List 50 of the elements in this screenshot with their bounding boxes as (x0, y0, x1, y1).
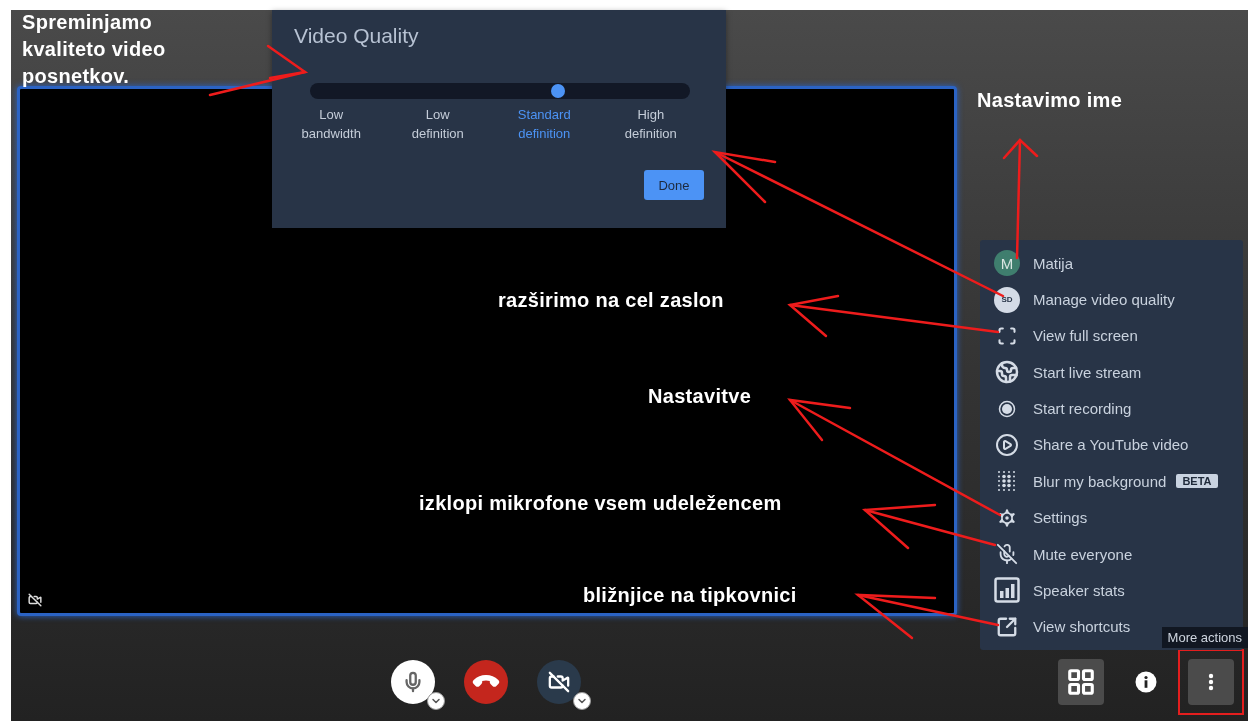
info-icon (1135, 671, 1157, 693)
tile-view-button[interactable] (1058, 659, 1104, 705)
mute-icon (996, 543, 1018, 566)
globe-icon (995, 360, 1019, 385)
menu-item[interactable]: Mute everyone (1033, 545, 1133, 563)
annotation-text: razširimo na cel zaslon (498, 288, 724, 313)
menu-item[interactable]: Speaker stats (1033, 581, 1125, 599)
stats-icon (994, 577, 1020, 604)
avatar: M (994, 250, 1020, 277)
quality-option[interactable]: High definition (613, 105, 688, 143)
annotation-text: Spreminjamo kvaliteto video posnetkov. (22, 10, 167, 89)
tooltip: More actions (1161, 627, 1248, 648)
menu-item[interactable]: Blur my background (1033, 472, 1167, 490)
quality-icon: SD (994, 286, 1020, 313)
play-icon (995, 432, 1019, 457)
blur-icon (996, 470, 1018, 493)
menu-icon (1208, 673, 1214, 691)
shortcut-icon (996, 615, 1018, 638)
quality-option[interactable]: Standard definition (507, 105, 582, 143)
menu-item[interactable]: Share a YouTube video (1033, 436, 1189, 454)
menu-item[interactable]: Settings (1033, 509, 1088, 527)
menu-item[interactable]: View full screen (1033, 327, 1138, 345)
annotation-text: Nastavimo ime (977, 88, 1123, 113)
annotation-text: izklopi mikrofone vsem udeležencem (419, 491, 782, 516)
camera-button[interactable] (537, 660, 581, 704)
done-button[interactable]: Done (644, 170, 704, 200)
record-icon (998, 399, 1016, 418)
quality-slider[interactable] (310, 83, 690, 99)
annotation-text: bližnjice na tipkovnici (583, 583, 797, 608)
menu-item[interactable]: Manage video quality (1033, 291, 1175, 309)
menu-item[interactable]: Start live stream (1033, 363, 1142, 381)
quality-option[interactable]: Low definition (400, 105, 475, 143)
fullscreen-icon (997, 325, 1017, 346)
annotation-text: Nastavitve (648, 384, 752, 409)
more-actions-button[interactable] (1188, 659, 1234, 705)
camera-off-icon (548, 671, 570, 693)
options-chevron[interactable] (573, 692, 591, 710)
menu-item[interactable]: View shortcuts (1033, 618, 1131, 636)
beta-badge: BETA (1176, 474, 1218, 489)
microphone-button[interactable] (391, 660, 435, 704)
dialog-title: Video Quality (294, 24, 420, 48)
options-chevron[interactable] (427, 692, 445, 710)
slider-thumb[interactable] (551, 84, 566, 98)
quality-option[interactable]: Low bandwidth (294, 105, 369, 143)
hang-up-button[interactable] (464, 660, 508, 704)
grid-icon (1066, 667, 1096, 697)
menu-item[interactable]: Start recording (1033, 400, 1132, 418)
camera-off-icon (28, 593, 42, 607)
menu-item[interactable]: Matija (1033, 254, 1073, 272)
microphone-icon (402, 671, 424, 693)
